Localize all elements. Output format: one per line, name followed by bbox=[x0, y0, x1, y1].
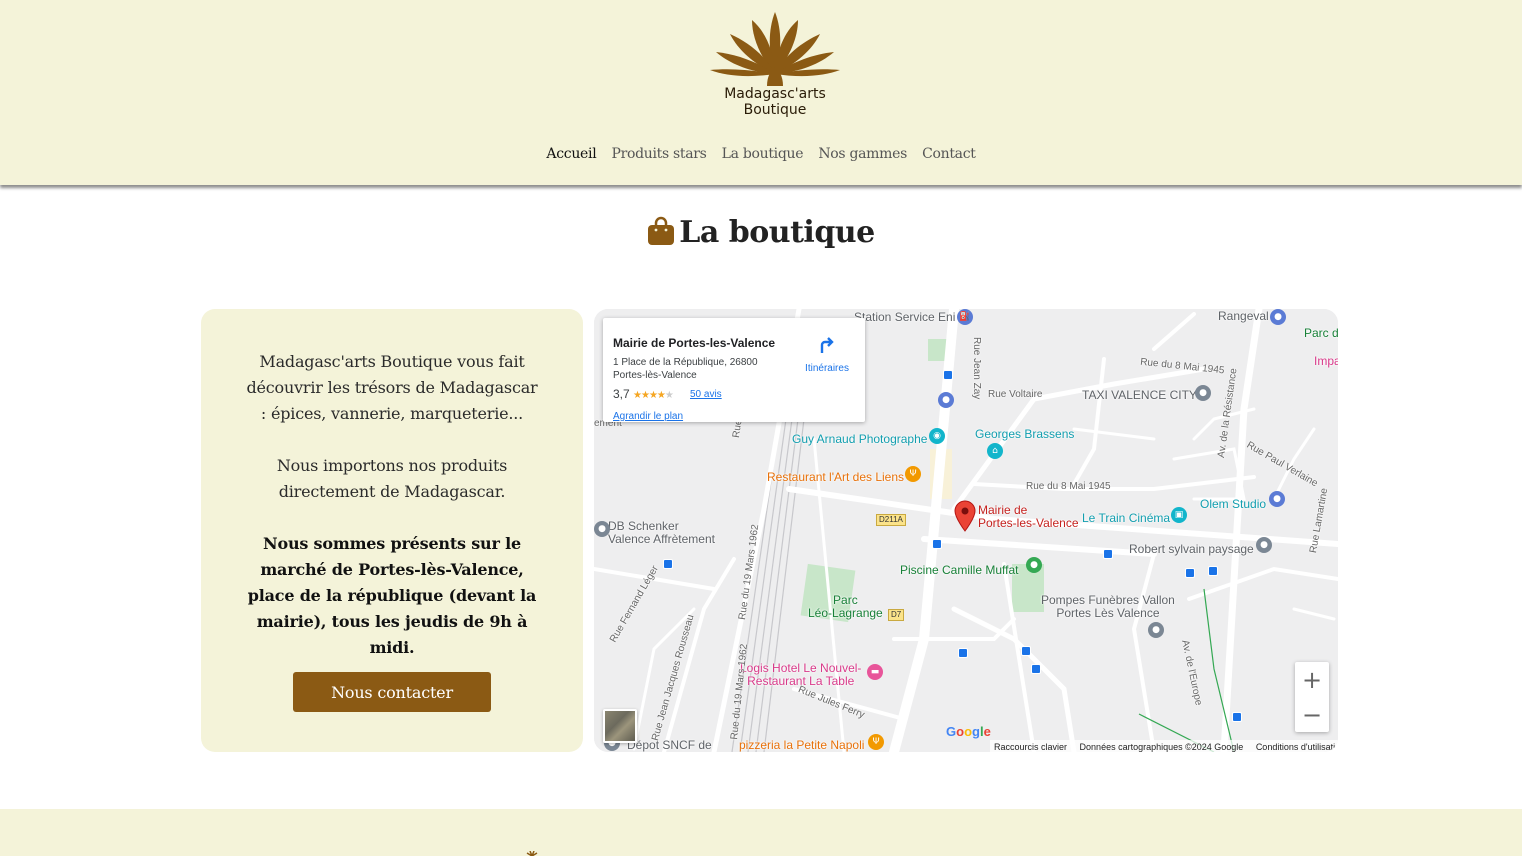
map-label-robert[interactable]: Robert sylvain paysage bbox=[1129, 542, 1254, 556]
street-rue-voltaire: Rue Voltaire bbox=[988, 389, 1043, 400]
map-label-taxi[interactable]: TAXI VALENCE CITY bbox=[1082, 388, 1197, 402]
enlarge-map-link[interactable]: Agrandir le plan bbox=[613, 411, 683, 422]
gas-station-icon[interactable]: ⛽ bbox=[957, 309, 973, 325]
business-pin-icon[interactable]: ● bbox=[594, 521, 610, 537]
map-label-parc-line2: Léo-Lagrange bbox=[808, 606, 883, 620]
bus-stop-icon[interactable] bbox=[663, 559, 673, 569]
nav-item-la-boutique[interactable]: La boutique bbox=[722, 146, 804, 162]
bus-stop-icon[interactable] bbox=[1232, 712, 1242, 722]
map-label-piscine[interactable]: Piscine Camille Muffat bbox=[900, 563, 1019, 577]
map-label-restaurant-art[interactable]: Restaurant l'Art des Liens bbox=[767, 470, 904, 484]
google-map[interactable]: Station Service Eni Rangeval Parc d Impa… bbox=[594, 309, 1338, 752]
map-label-station[interactable]: Station Service Eni bbox=[854, 310, 955, 324]
map-label-parc-top[interactable]: Parc d bbox=[1304, 326, 1338, 340]
map-label-db-schenker[interactable]: DB Schenker Valence Affrètement bbox=[608, 520, 715, 546]
main-nav: Accueil Produits stars La boutique Nos g… bbox=[0, 143, 1522, 162]
funeral-pin-icon[interactable]: ● bbox=[1148, 622, 1164, 638]
map-attribution: Raccourcis clavier Données cartographiqu… bbox=[990, 740, 1338, 752]
zoom-in-button[interactable]: + bbox=[1295, 662, 1329, 697]
place-rating-value: 3,7 bbox=[613, 387, 630, 401]
terms-link[interactable]: Conditions d'utilisation bbox=[1256, 742, 1338, 752]
info-paragraph-intro: Madagasc'arts Boutique vous fait découvr… bbox=[246, 352, 538, 423]
street-rue-jean-zay: Rue Jean Zay bbox=[971, 337, 982, 400]
site-footer bbox=[0, 809, 1522, 856]
map-label-parc-leo[interactable]: Parc Léo-Lagrange bbox=[808, 594, 883, 620]
pool-pin-icon[interactable]: ● bbox=[1026, 557, 1042, 573]
place-rating: 3,7 ★★★★★ bbox=[613, 387, 674, 401]
page-title-text: La boutique bbox=[679, 215, 875, 250]
map-label-impa[interactable]: Impa bbox=[1314, 354, 1338, 368]
info-card: Madagasc'arts Boutique vous fait découvr… bbox=[201, 309, 583, 752]
cart-icon[interactable]: ● bbox=[938, 392, 954, 408]
road-badge-d211a: D211A bbox=[876, 514, 906, 526]
place-info-card: Mairie de Portes-les-Valence 1 Place de … bbox=[603, 318, 865, 422]
brand-name-line1: Madagasc'arts bbox=[724, 86, 826, 102]
map-label-pompes[interactable]: Pompes Funèbres Vallon Portes Lès Valenc… bbox=[1041, 594, 1175, 620]
site-header: Madagasc'arts Boutique Accueil Produits … bbox=[0, 0, 1522, 185]
contact-button[interactable]: Nous contacter bbox=[293, 672, 491, 712]
road-badge-d7: D7 bbox=[888, 609, 905, 621]
place-name[interactable]: Mairie de Portes-les-Valence bbox=[613, 336, 775, 350]
map-label-rangeval[interactable]: Rangeval bbox=[1218, 309, 1269, 323]
street-rue-8-mai-2: Rue du 8 Mai 1945 bbox=[1026, 481, 1111, 492]
footer-logo-icon bbox=[526, 851, 538, 856]
shopping-bag-pin-icon[interactable]: ● bbox=[1269, 491, 1285, 507]
bus-stop-icon[interactable] bbox=[943, 370, 953, 380]
brand-name: Madagasc'arts Boutique bbox=[700, 86, 850, 118]
nav-item-nos-gammes[interactable]: Nos gammes bbox=[818, 146, 907, 162]
map-label-mairie[interactable]: Mairie de Portes-les-Valence bbox=[978, 504, 1079, 530]
brand-logo[interactable]: Madagasc'arts Boutique bbox=[700, 8, 850, 123]
page-title: La boutique bbox=[0, 215, 1522, 250]
nav-item-contact[interactable]: Contact bbox=[922, 146, 976, 162]
directions-label: Itinéraires bbox=[805, 363, 849, 374]
map-label-brassens[interactable]: Georges Brassens bbox=[975, 427, 1074, 441]
camera-icon[interactable]: ◉ bbox=[929, 428, 945, 444]
brand-name-line2: Boutique bbox=[743, 102, 807, 118]
map-label-olem[interactable]: Olem Studio bbox=[1200, 497, 1266, 511]
bus-stop-icon[interactable] bbox=[1185, 568, 1195, 578]
zoom-controls: + − bbox=[1295, 662, 1329, 732]
shopping-icon[interactable]: ● bbox=[1270, 309, 1286, 325]
directions-icon bbox=[820, 337, 834, 353]
info-paragraph-market: Nous sommes présents sur le marché de Po… bbox=[247, 534, 537, 657]
google-logo: Google bbox=[946, 724, 991, 739]
bus-stop-icon[interactable] bbox=[932, 539, 942, 549]
satellite-toggle[interactable] bbox=[603, 709, 637, 743]
school-icon[interactable]: ⌂ bbox=[987, 443, 1003, 459]
bus-stop-icon[interactable] bbox=[1031, 664, 1041, 674]
place-address: 1 Place de la République, 26800 Portes-l… bbox=[613, 357, 758, 381]
bus-stop-icon[interactable] bbox=[1021, 646, 1031, 656]
map-label-depot[interactable]: Dépot SNCF de bbox=[627, 738, 712, 752]
map-label-pompes-line2: Portes Lès Valence bbox=[1056, 606, 1160, 620]
location-marker-icon[interactable] bbox=[954, 500, 976, 532]
pizza-icon[interactable]: Ψ bbox=[868, 734, 884, 750]
restaurant-icon[interactable]: Ψ bbox=[905, 466, 921, 482]
reviews-link[interactable]: 50 avis bbox=[690, 389, 722, 400]
zoom-out-button[interactable]: − bbox=[1295, 697, 1329, 732]
map-label-pizzeria[interactable]: pizzeria la Petite Napoli bbox=[739, 738, 864, 752]
bus-stop-icon[interactable] bbox=[1208, 566, 1218, 576]
map-label-guy-arnaud[interactable]: Guy Arnaud Photographe bbox=[792, 432, 927, 446]
directions-button[interactable]: Itinéraires bbox=[802, 336, 852, 374]
map-data-credit: Données cartographiques ©2024 Google bbox=[1079, 742, 1244, 752]
taxi-pin-icon[interactable]: ● bbox=[1195, 385, 1211, 401]
rating-stars-icon: ★★★★★ bbox=[633, 390, 674, 401]
shopping-bag-icon bbox=[648, 216, 675, 245]
map-label-db-line2: Valence Affrètement bbox=[608, 532, 715, 546]
nav-item-accueil[interactable]: Accueil bbox=[546, 146, 596, 162]
keyboard-shortcuts-link[interactable]: Raccourcis clavier bbox=[994, 742, 1067, 752]
palm-leaf-logo-icon bbox=[710, 12, 840, 86]
map-label-mairie-line2: Portes-les-Valence bbox=[978, 516, 1079, 530]
info-paragraph-import: Nous importons nos produits directement … bbox=[276, 456, 508, 501]
bus-stop-icon[interactable] bbox=[1103, 549, 1113, 559]
hotel-icon[interactable]: ▬ bbox=[867, 664, 883, 680]
cinema-icon[interactable]: ▣ bbox=[1171, 507, 1187, 523]
nav-item-produits-stars[interactable]: Produits stars bbox=[611, 146, 706, 162]
bus-stop-icon[interactable] bbox=[958, 648, 968, 658]
gray-pin-icon[interactable]: ● bbox=[1256, 537, 1272, 553]
map-label-train-cinema[interactable]: Le Train Cinéma bbox=[1082, 511, 1170, 525]
